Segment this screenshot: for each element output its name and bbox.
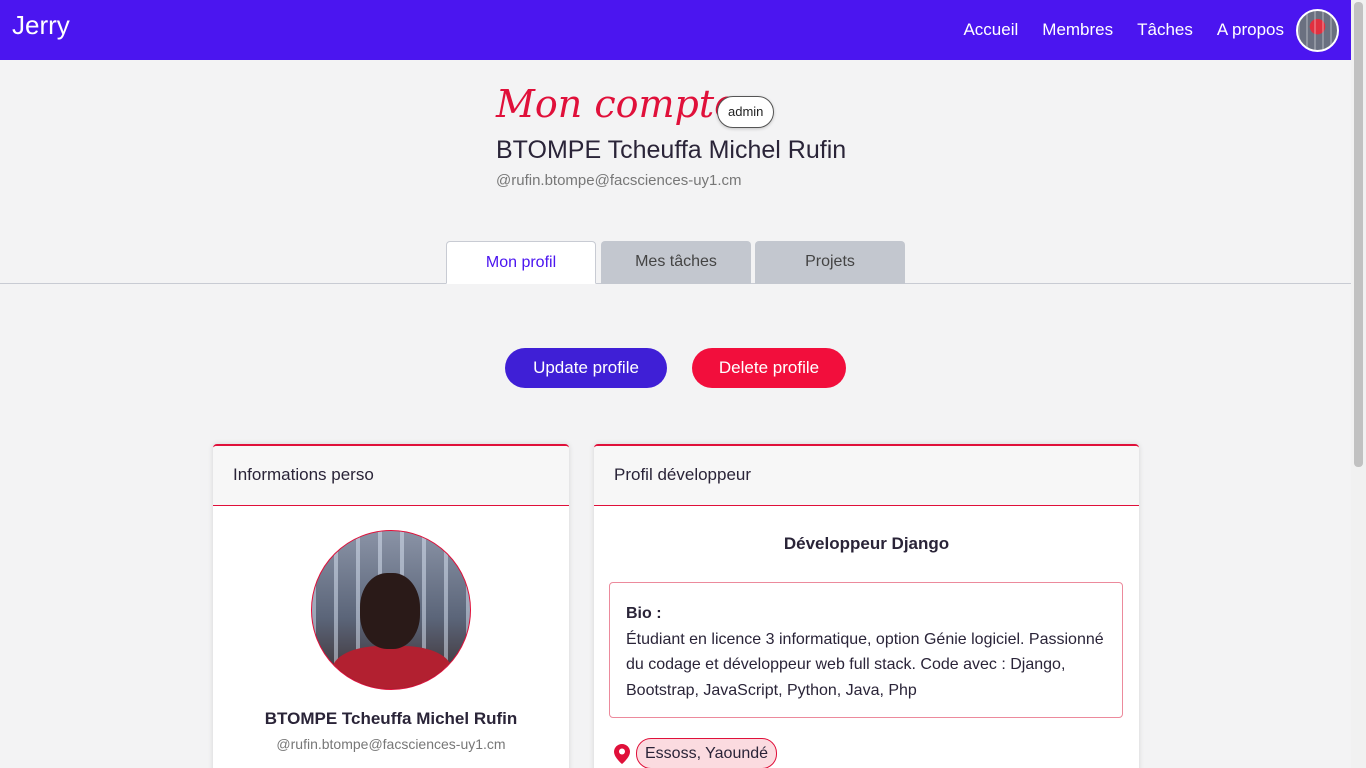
bio-text: Étudiant en licence 3 informatique, opti… [626,630,1104,699]
nav-link-membres[interactable]: Membres [1042,20,1113,40]
tab-projets[interactable]: Projets [755,241,905,284]
developer-title: Développeur Django [783,534,950,553]
user-email: @rufin.btompe@facsciences-uy1.cm [496,172,742,189]
developer-profile-card: Profil développeur Développeur Django Bi… [594,444,1139,768]
nav-link-taches[interactable]: Tâches [1137,20,1193,40]
location-pin-icon [614,743,630,764]
brand-logo[interactable]: Jerry [12,10,70,41]
location-badge: Essoss, Yaoundé [636,738,778,768]
navbar: Jerry Accueil Membres Tâches A propos [0,0,1351,60]
role-badge: admin [717,96,775,128]
profile-email: @rufin.btompe@facsciences-uy1.cm [276,736,506,752]
bio-box: Bio : Étudiant en licence 3 informatique… [609,582,1123,718]
nav-link-a-propos[interactable]: A propos [1217,20,1284,40]
card-header: Informations perso [213,446,569,506]
profile-name: BTOMPE Tcheuffa Michel Rufin [264,709,518,728]
tab-mes-taches[interactable]: Mes tâches [601,241,751,284]
card-header: Profil développeur [594,446,1139,506]
scrollbar-thumb[interactable] [1354,2,1363,467]
profile-photo [311,530,471,690]
nav-links: Accueil Membres Tâches A propos [939,0,1339,60]
tab-mon-profil[interactable]: Mon profil [446,241,596,284]
user-name: BTOMPE Tcheuffa Michel Rufin [496,136,847,164]
scrollbar[interactable] [1351,0,1366,768]
bio-label: Bio : [626,605,662,622]
location: Essoss, Yaoundé [614,738,778,768]
delete-profile-button[interactable]: Delete profile [692,348,846,388]
page-title: Mon compte [496,82,737,126]
update-profile-button[interactable]: Update profile [505,348,667,388]
user-avatar[interactable] [1296,8,1339,52]
nav-link-accueil[interactable]: Accueil [963,20,1018,40]
personal-info-card: Informations perso BTOMPE Tcheuffa Miche… [213,444,569,768]
